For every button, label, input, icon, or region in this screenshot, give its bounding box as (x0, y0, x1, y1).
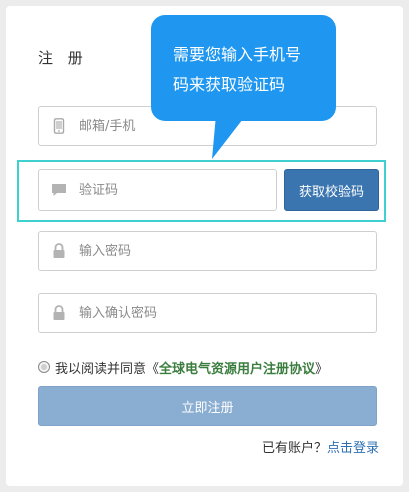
tooltip-tail (212, 115, 246, 159)
password-field[interactable] (38, 231, 377, 271)
lock-icon (39, 232, 79, 270)
login-prefix: 已有账户？ (261, 441, 327, 456)
confirm-password-input[interactable] (79, 294, 319, 332)
hint-tooltip: 需要您输入手机号 码来获取验证码 (151, 15, 336, 159)
agreement-open-bracket: 《 (146, 361, 160, 377)
login-link[interactable]: 点击登录 (327, 441, 379, 456)
code-field[interactable] (38, 169, 277, 211)
agreement-link[interactable]: 全球电气资源用户注册协议 (159, 358, 315, 377)
page-title: 注 册 (38, 49, 88, 67)
tooltip-line-2: 码来获取验证码 (173, 75, 286, 94)
get-code-button[interactable]: 获取校验码 (284, 169, 379, 211)
password-input[interactable] (79, 232, 319, 270)
phone-icon (39, 107, 79, 145)
agreement-text: 我以阅读并同意 (55, 361, 147, 377)
lock-icon (39, 294, 79, 332)
tooltip-line-1: 需要您输入手机号 (173, 45, 302, 64)
agreement-row: 我以阅读并同意 《 全球电气资源用户注册协议 》 (38, 358, 329, 377)
agreement-close-bracket: 》 (315, 361, 329, 377)
login-prompt: 已有账户？点击登录 (262, 437, 379, 456)
agreement-radio[interactable] (38, 361, 50, 373)
code-input[interactable] (79, 170, 259, 210)
register-button[interactable]: 立即注册 (38, 386, 377, 426)
verification-code-group: 获取校验码 (17, 160, 386, 222)
confirm-password-field[interactable] (38, 293, 377, 333)
message-icon (39, 170, 79, 210)
